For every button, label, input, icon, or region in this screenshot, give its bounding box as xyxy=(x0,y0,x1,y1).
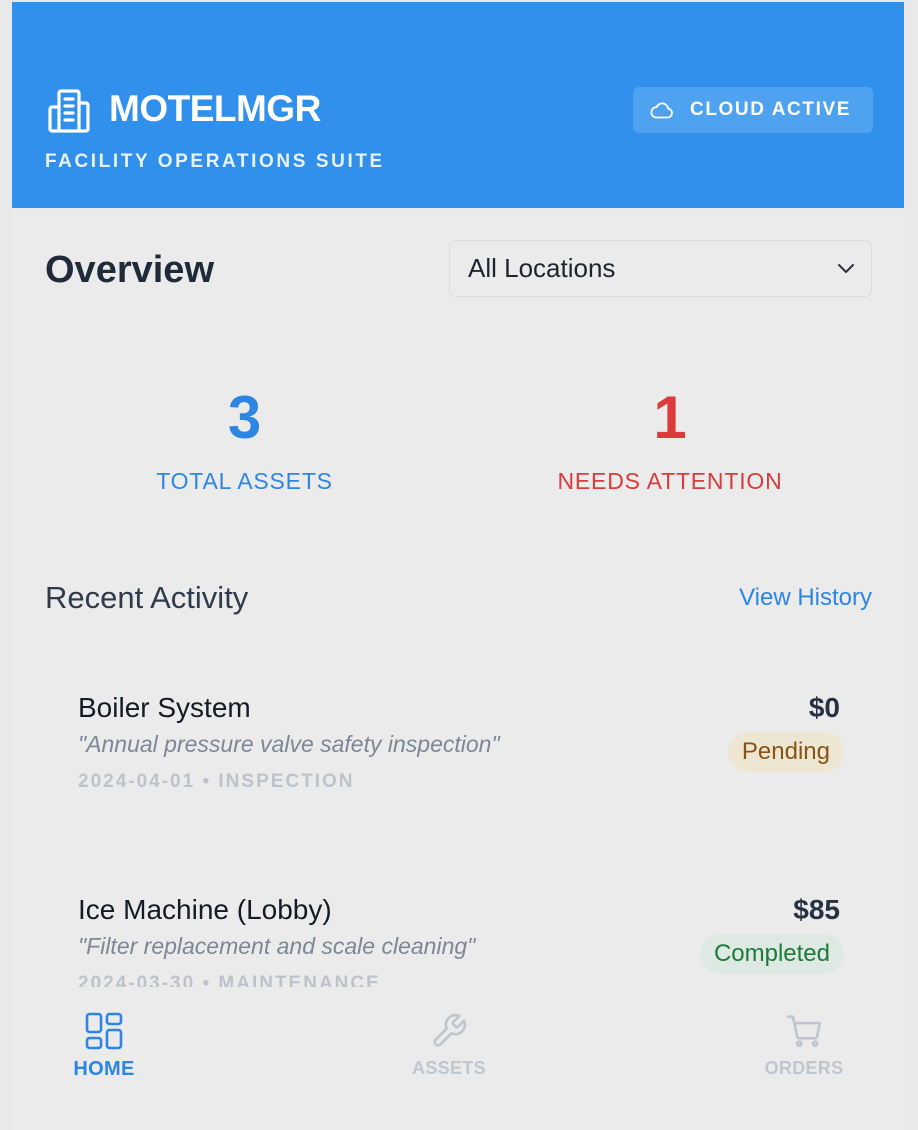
activity-title: Boiler System xyxy=(78,692,251,723)
total-assets-label: TOTAL ASSETS xyxy=(156,468,333,494)
bottom-nav: HOME ASSETS ORDERS xyxy=(12,992,904,1114)
view-history-link[interactable]: View History xyxy=(739,584,872,612)
location-select-value: All Locations xyxy=(468,253,616,283)
activity-meta: 2024-04-01 • INSPECTION xyxy=(78,771,355,792)
location-select[interactable]: All Locations xyxy=(449,240,872,297)
app-screen: MOTELMGR FACILITY OPERATIONS SUITE CLOUD… xyxy=(12,2,904,1130)
activity-item[interactable]: Ice Machine (Lobby) "Filter replacement … xyxy=(42,844,874,987)
app-title: MOTELMGR xyxy=(109,88,321,129)
chevron-down-icon xyxy=(838,264,854,273)
needs-attention-stat[interactable]: 1 NEEDS ATTENTION xyxy=(542,388,798,495)
overview-title: Overview xyxy=(45,249,214,291)
nav-home-label: HOME xyxy=(73,1058,135,1080)
total-assets-stat[interactable]: 3 TOTAL ASSETS xyxy=(132,388,357,495)
nav-orders-label: ORDERS xyxy=(764,1058,844,1078)
nav-home[interactable]: HOME xyxy=(64,1012,144,1081)
needs-attention-value: 1 xyxy=(653,384,687,451)
activity-amount: $85 xyxy=(793,894,840,925)
nav-assets[interactable]: ASSETS xyxy=(404,1012,494,1079)
status-badge: Pending xyxy=(727,732,844,772)
app-header: MOTELMGR FACILITY OPERATIONS SUITE CLOUD… xyxy=(12,2,904,208)
activity-item[interactable]: Boiler System "Annual pressure valve saf… xyxy=(42,642,874,832)
activity-meta: 2024-03-30 • MAINTENANCE xyxy=(78,973,381,987)
nav-orders[interactable]: ORDERS xyxy=(759,1012,849,1079)
activity-amount: $0 xyxy=(808,692,840,723)
recent-activity-title: Recent Activity xyxy=(45,580,249,615)
activity-title: Ice Machine (Lobby) xyxy=(78,894,332,925)
activity-note: "Annual pressure valve safety inspection… xyxy=(78,731,500,757)
activity-list: Boiler System "Annual pressure valve saf… xyxy=(12,642,904,987)
needs-attention-label: NEEDS ATTENTION xyxy=(557,468,783,494)
activity-note: "Filter replacement and scale cleaning" xyxy=(78,933,476,959)
status-badge: Completed xyxy=(699,934,844,974)
cloud-status-label: CLOUD ACTIVE xyxy=(690,99,851,120)
cloud-icon xyxy=(650,102,673,119)
cloud-status-badge[interactable]: CLOUD ACTIVE xyxy=(633,87,873,133)
building-icon xyxy=(48,89,90,133)
cart-icon xyxy=(786,1015,822,1048)
wrench-icon xyxy=(433,1013,467,1047)
app-subtitle: FACILITY OPERATIONS SUITE xyxy=(45,151,385,172)
nav-assets-label: ASSETS xyxy=(412,1058,486,1078)
total-assets-value: 3 xyxy=(227,384,262,451)
grid-icon xyxy=(85,1012,123,1050)
